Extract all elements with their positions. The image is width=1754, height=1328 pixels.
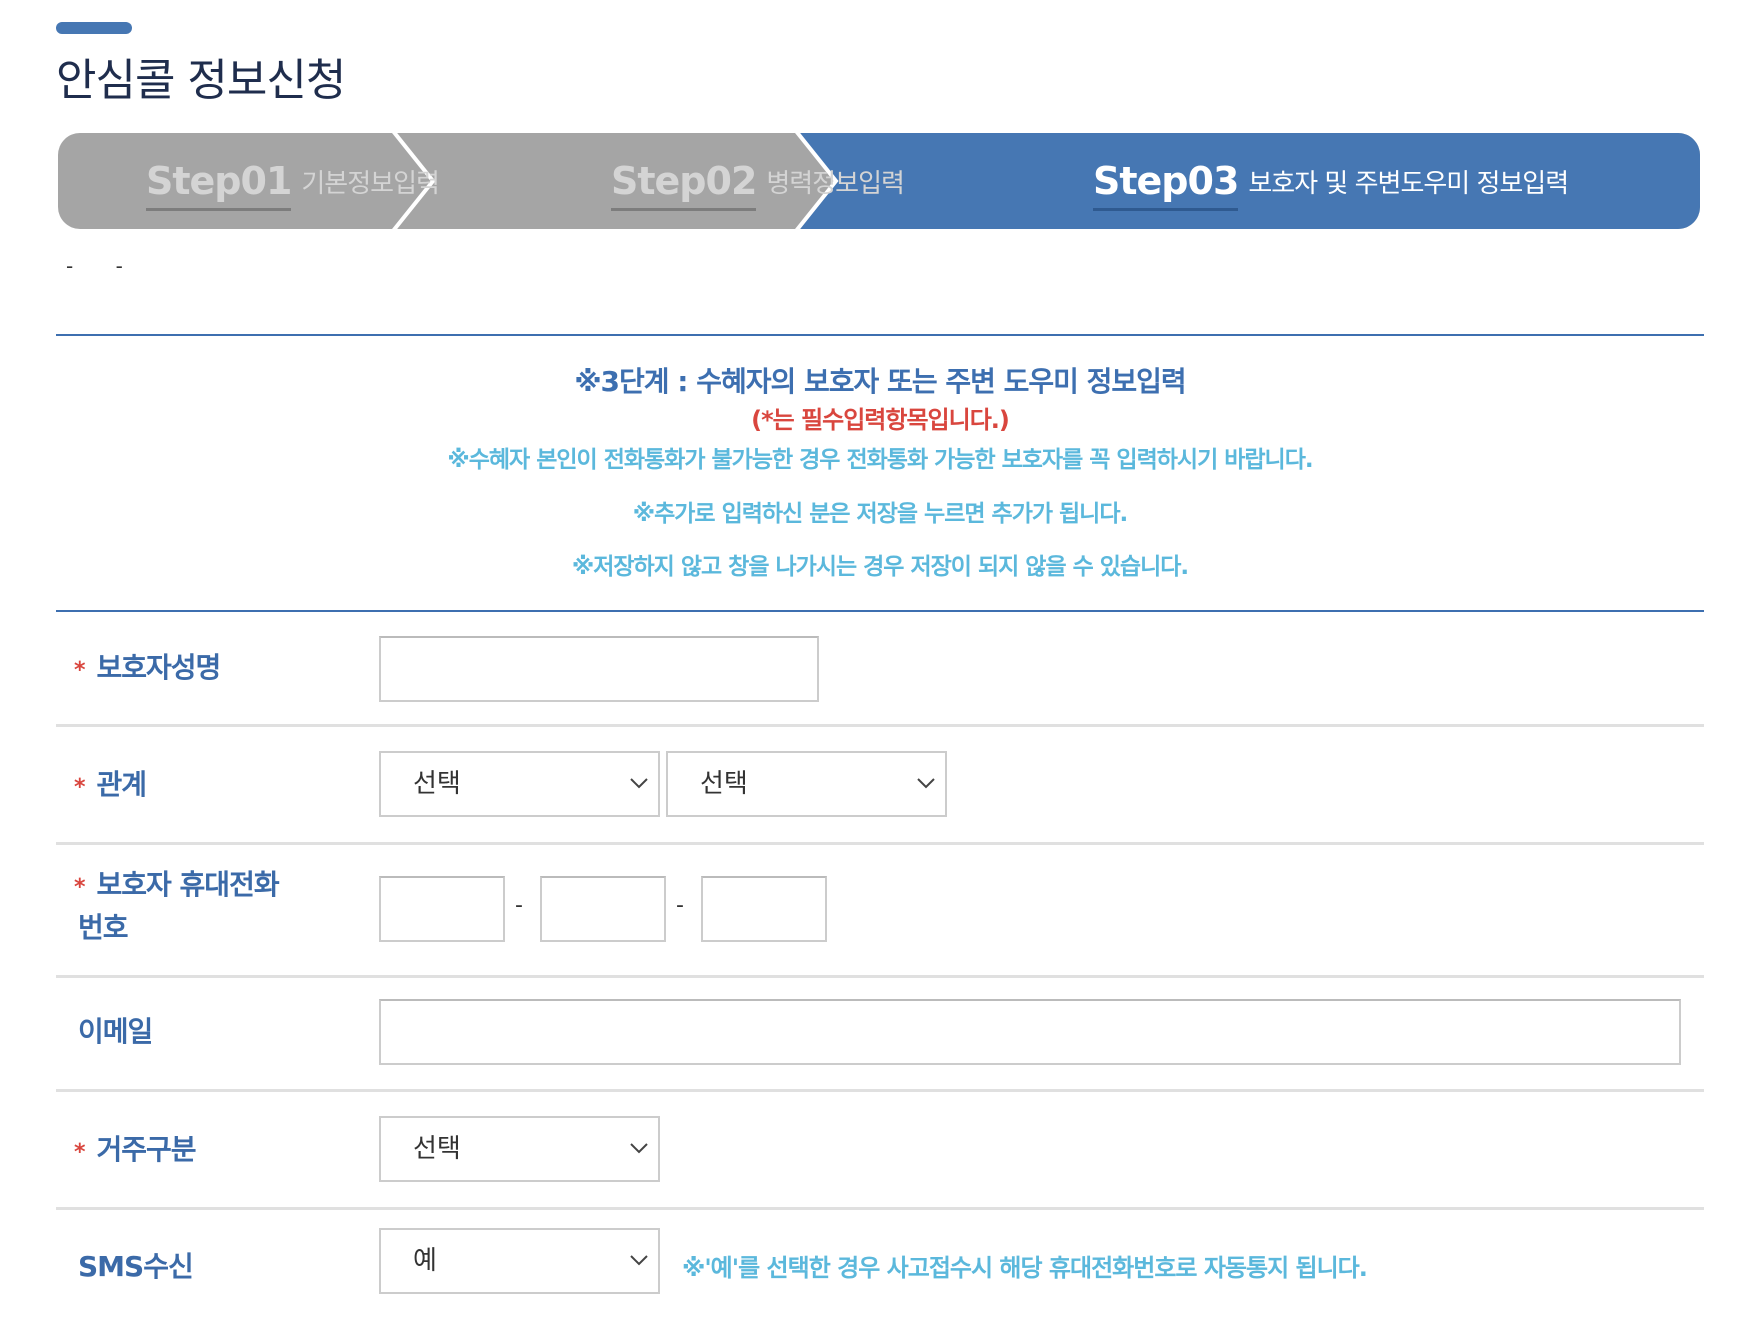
phone-part-3-input[interactable] [701,876,827,942]
phone-separator: - [676,893,684,918]
required-note: (*는 필수입력항목입니다.) [751,406,1010,434]
title-accent-bar [56,22,132,34]
form-row-email: 이메일 [56,978,1704,1092]
notice-line: ※추가로 입력하신 분은 저장을 누르면 추가가 됩니다. [632,501,1129,527]
field-label: * 보호자성명 [74,651,221,684]
notice-line: ※저장하지 않고 창을 나가시는 경우 저장이 되지 않을 수 있습니다. [571,554,1189,580]
required-mark: * [74,875,85,900]
chevron-down-icon [630,778,648,789]
notice-heading: ※3단계 : 수혜자의 보호자 또는 주변 도우미 정보입력 [574,365,1186,398]
residence-select[interactable]: 선택 [379,1116,660,1182]
notice-line: ※수혜자 본인이 전화통화가 불가능한 경우 전화통화 가능한 보호자를 꼭 입… [447,447,1313,473]
step-progress-bar: Step01 기본정보입력 Step02 병력정보입력 Step03 보호자 및… [58,133,1700,229]
phone-part-2-input[interactable] [540,876,666,942]
required-mark: * [74,658,85,683]
dash-placeholder: - - [66,254,141,278]
page-title: 안심콜 정보신청 [56,55,346,106]
phone-part-1-input[interactable] [379,876,505,942]
guardian-name-input[interactable] [379,636,819,702]
chevron-down-icon [630,1255,648,1266]
chevron-down-icon [630,1143,648,1154]
email-input[interactable] [379,999,1681,1065]
field-label: * 거주구분 [74,1133,197,1166]
required-mark: * [74,775,85,800]
form-row-guardian-name: * 보호자성명 [56,612,1704,727]
divider [56,334,1704,336]
sms-select[interactable]: 예 [379,1228,660,1294]
form-row-residence: * 거주구분 선택 [56,1092,1704,1210]
step-02: Step02 병력정보입력 [611,159,905,211]
field-label: 이메일 [78,1015,153,1048]
chevron-down-icon [917,778,935,789]
relation-select-1[interactable]: 선택 [379,751,660,817]
field-label: * 관계 [74,768,147,801]
form-row-sms: SMS수신 예 ※'예'를 선택한 경우 사고접수시 해당 휴대전화번호로 자동… [56,1210,1704,1328]
form-row-relation: * 관계 선택 선택 [56,727,1704,845]
form-row-phone: * 보호자 휴대전화 번호 - - [56,845,1704,978]
sms-note: ※'예'를 선택한 경우 사고접수시 해당 휴대전화번호로 자동통지 됩니다. [682,1254,1368,1282]
field-label: * 보호자 휴대전화 번호 [74,868,280,944]
required-mark: * [74,1140,85,1165]
field-label: SMS수신 [78,1250,194,1283]
step-03-active: Step03 보호자 및 주변도우미 정보입력 [1093,159,1569,211]
relation-select-2[interactable]: 선택 [666,751,947,817]
step-01: Step01 기본정보입력 [146,159,440,211]
phone-separator: - [515,893,523,918]
